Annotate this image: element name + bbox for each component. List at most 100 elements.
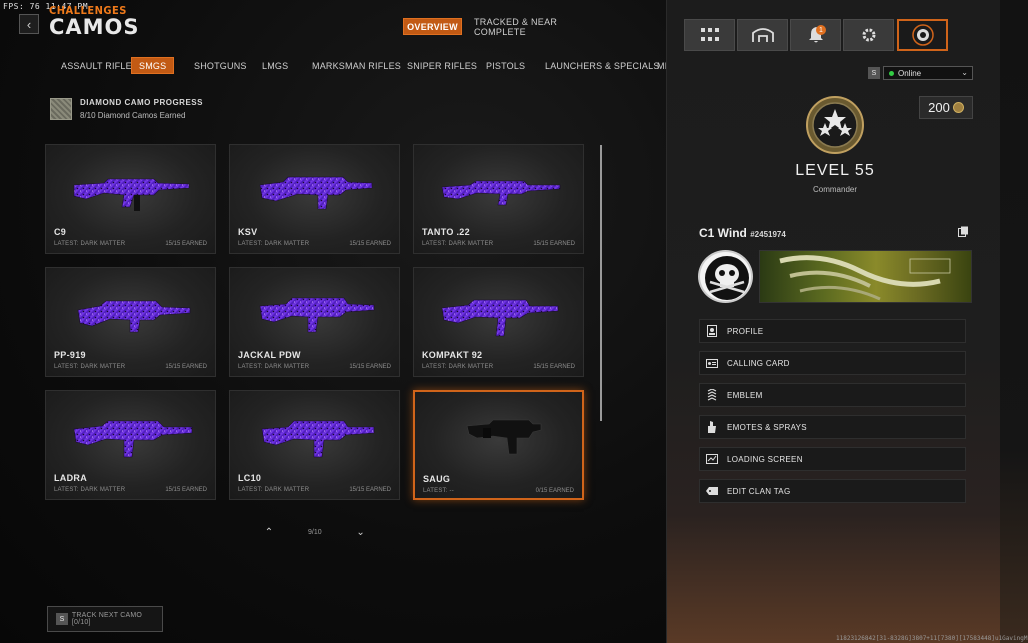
player-name-text: C1 Wind [699, 226, 747, 240]
calling-card-image [779, 255, 951, 301]
weapon-name: LC10 [238, 473, 262, 483]
player-level: LEVEL 55 [795, 162, 875, 179]
weapon-card-c9[interactable]: C9 LATEST: DARK MATTER 15/15 EARNED [45, 144, 216, 254]
weapon-latest-camo: LATEST: DARK MATTER [422, 241, 494, 247]
weapon-latest-camo: LATEST: DARK MATTER [238, 487, 310, 493]
menu-item-calling-card[interactable]: CALLING CARD [699, 351, 966, 375]
build-id: 11823126842[31-8328G]3807+11[7380][17583… [836, 635, 1028, 642]
weapon-earned-count: 15/15 EARNED [165, 241, 207, 247]
barracks-icon [751, 28, 774, 42]
weapon-earned-count: 15/15 EARNED [349, 241, 391, 247]
weapon-image [73, 178, 190, 211]
player-tag: #2451974 [750, 230, 786, 239]
settings-button[interactable] [843, 19, 894, 51]
track-next-camo-button[interactable]: S TRACK NEXT CAMO [0/10] [47, 606, 163, 632]
weapon-image [77, 300, 191, 333]
weapon-earned-count: 15/15 EARNED [165, 364, 207, 370]
weapon-card-kompakt-92[interactable]: KOMPAKT 92 LATEST: DARK MATTER 15/15 EAR… [413, 267, 584, 377]
online-dot-icon [889, 70, 894, 76]
player-card-icon [911, 24, 934, 46]
calling-card-icon [706, 357, 718, 369]
back-button[interactable]: ‹ [19, 14, 39, 34]
category-tab-shotguns[interactable]: SHOTGUNS [194, 57, 247, 74]
rank-emblem-icon [806, 96, 864, 154]
menu-item-edit-clan-tag[interactable]: EDIT CLAN TAG [699, 479, 966, 503]
tab-tracked-near-complete[interactable]: TRACKED & NEAR COMPLETE [474, 17, 584, 37]
weapon-name: KOMPAKT 92 [422, 350, 483, 360]
weapon-latest-camo: LATEST: DARK MATTER [54, 487, 126, 493]
emblem-icon [706, 389, 718, 401]
menu-item-emotes-sprays[interactable]: EMOTES & SPRAYS [699, 415, 966, 439]
category-tab-marksman-rifles[interactable]: MARKSMAN RIFLES [312, 57, 401, 74]
category-tab-melee[interactable]: MELEE [657, 57, 666, 74]
tab-overview[interactable]: OVERVIEW [403, 18, 462, 35]
pager: ⌃ 9/10 ⌄ [262, 527, 368, 538]
chevron-up-icon[interactable]: ⌃ [262, 527, 276, 538]
notifications-button[interactable]: 1 [790, 19, 841, 51]
keybind-hint: S [56, 613, 68, 625]
menu-item-label: CALLING CARD [727, 358, 790, 368]
cod-points[interactable]: 200 [919, 96, 973, 119]
category-tab-smgs[interactable]: SMGS [131, 57, 175, 74]
loading-screen-icon [706, 453, 718, 465]
weapon-earned-count: 15/15 EARNED [533, 241, 575, 247]
menu-item-loading-screen[interactable]: LOADING SCREEN [699, 447, 966, 471]
category-tab-launchers-specials[interactable]: LAUNCHERS & SPECIALS [545, 57, 660, 74]
weapon-card-jackal-pdw[interactable]: JACKAL PDW LATEST: DARK MATTER 15/15 EAR… [229, 267, 400, 377]
weapon-card-lc10[interactable]: LC10 LATEST: DARK MATTER 15/15 EARNED [229, 390, 400, 500]
weapon-name: TANTO .22 [422, 227, 470, 237]
menu-item-emblem[interactable]: EMBLEM [699, 383, 966, 407]
weapon-name: LADRA [54, 473, 87, 483]
weapon-card-ksv[interactable]: KSV LATEST: DARK MATTER 15/15 EARNED [229, 144, 400, 254]
weapon-earned-count: 0/15 EARNED [535, 488, 574, 494]
diamond-camo-progress: DIAMOND CAMO PROGRESS 8/10 Diamond Camos… [50, 98, 203, 120]
weapon-card-tanto-22[interactable]: TANTO .22 LATEST: DARK MATTER 15/15 EARN… [413, 144, 584, 254]
page-title: CAMOS [49, 15, 140, 39]
player-rank-title: Commander [812, 185, 857, 194]
weapon-latest-camo: LATEST: DARK MATTER [238, 241, 310, 247]
weapon-card-ladra[interactable]: LADRA LATEST: DARK MATTER 15/15 EARNED [45, 390, 216, 500]
diamond-progress-title: DIAMOND CAMO PROGRESS [80, 98, 203, 107]
diamond-progress-subtitle: 8/10 Diamond Camos Earned [80, 111, 186, 120]
chevron-down-icon[interactable]: ⌄ [354, 527, 368, 538]
menu-item-label: LOADING SCREEN [727, 454, 803, 464]
weapon-image [259, 176, 373, 210]
barracks-button[interactable] [737, 19, 788, 51]
online-status-value: Online [898, 68, 922, 78]
weapon-card-pp-919[interactable]: PP-919 LATEST: DARK MATTER 15/15 EARNED [45, 267, 216, 377]
category-tab-lmgs[interactable]: LMGS [262, 57, 288, 74]
weapon-card-saug[interactable]: SAUG LATEST: -- 0/15 EARNED [413, 390, 584, 500]
clan-tag-icon [706, 485, 718, 497]
category-tab-assault-rifles[interactable]: ASSAULT RIFLES [61, 57, 138, 74]
weapon-latest-camo: LATEST: DARK MATTER [54, 364, 126, 370]
chevron-left-icon: ‹ [26, 16, 32, 32]
weapon-image [441, 180, 561, 206]
copy-icon[interactable] [958, 226, 969, 237]
online-status: S Online ⌄ [868, 66, 973, 80]
player-emblem[interactable] [698, 250, 753, 303]
weapon-category-tabs: ASSAULT RIFLES SMGS SHOTGUNS LMGS MARKSM… [50, 57, 666, 75]
category-tab-pistols[interactable]: PISTOLS [486, 57, 525, 74]
player-card-button[interactable] [897, 19, 948, 51]
online-status-dropdown[interactable]: Online ⌄ [883, 66, 973, 80]
weapon-latest-camo: LATEST: -- [423, 488, 454, 494]
player-calling-card[interactable] [759, 250, 972, 303]
keybind-hint: S [868, 67, 880, 79]
weapon-latest-camo: LATEST: DARK MATTER [54, 241, 126, 247]
weapon-image [73, 420, 193, 458]
menu-item-profile[interactable]: PROFILE [699, 319, 966, 343]
menu-item-label: EDIT CLAN TAG [727, 486, 791, 496]
grid-menu-button[interactable] [684, 19, 735, 51]
profile-icon [706, 325, 718, 337]
weapon-name: JACKAL PDW [238, 350, 301, 360]
weapon-name: SAUG [423, 474, 451, 484]
weapon-image [259, 297, 375, 333]
weapon-latest-camo: LATEST: DARK MATTER [238, 364, 310, 370]
category-tab-sniper-rifles[interactable]: SNIPER RIFLES [407, 57, 477, 74]
grid-icon [700, 28, 719, 41]
weapon-earned-count: 15/15 EARNED [349, 487, 391, 493]
player-name: C1 Wind #2451974 [699, 226, 786, 240]
menu-item-label: EMOTES & SPRAYS [727, 422, 807, 432]
weapon-grid-scrollbar[interactable] [600, 145, 602, 421]
weapon-latest-camo: LATEST: DARK MATTER [422, 364, 494, 370]
